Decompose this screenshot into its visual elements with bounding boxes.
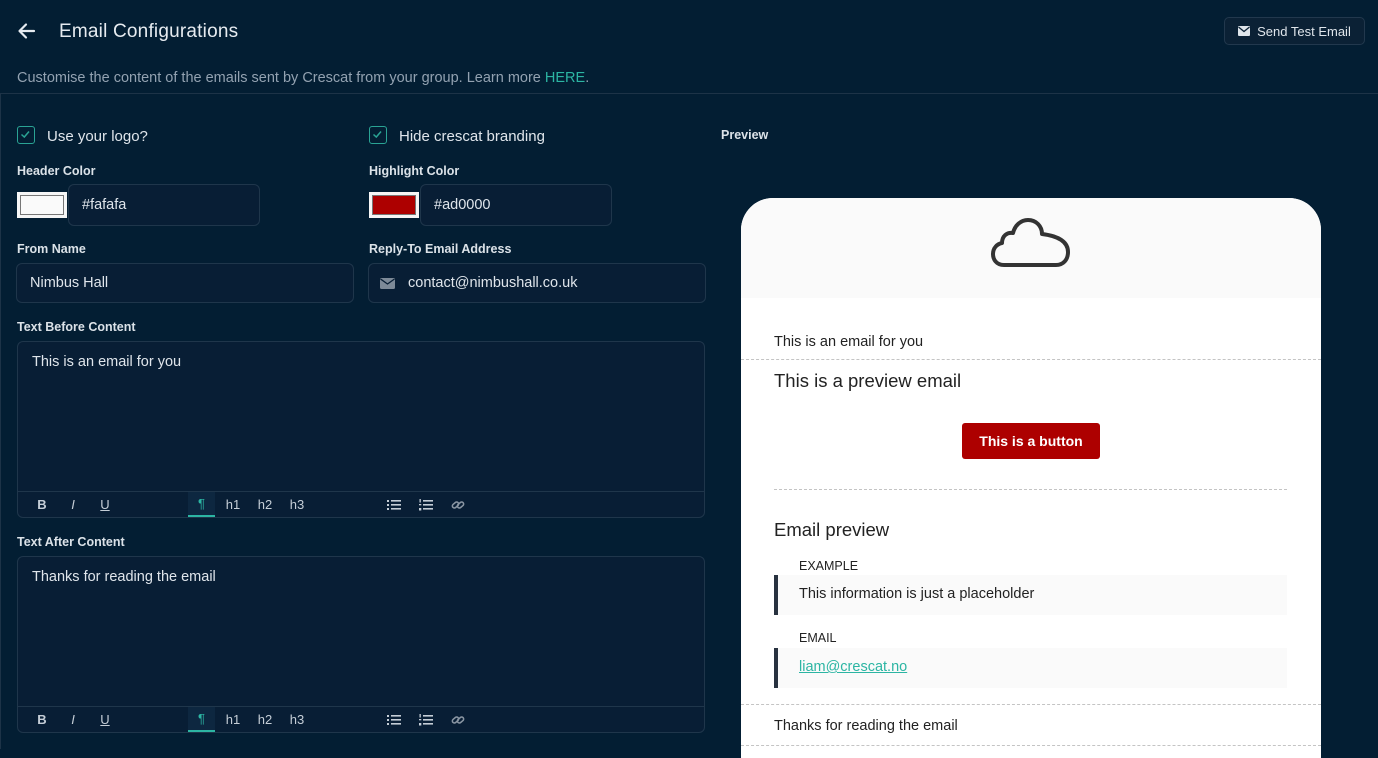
text-before-label: Text Before Content (17, 320, 136, 334)
send-test-email-label: Send Test Email (1257, 23, 1351, 39)
use-logo-checkbox[interactable] (17, 126, 35, 144)
preview-label: Preview (721, 128, 769, 142)
preview-outro: Thanks for reading the email (774, 718, 958, 734)
use-logo-label: Use your logo? (47, 128, 148, 145)
back-arrow-icon[interactable] (16, 20, 38, 42)
numbered-list-icon[interactable] (416, 492, 436, 517)
divider (741, 359, 1321, 360)
highlight-color-input[interactable]: #ad0000 (420, 184, 612, 226)
divider (741, 704, 1321, 705)
preview-section-title: Email preview (774, 519, 890, 540)
hide-branding-label: Hide crescat branding (399, 128, 545, 145)
h3-button[interactable]: h3 (285, 707, 309, 732)
h2-button[interactable]: h2 (253, 492, 277, 517)
h2-button[interactable]: h2 (253, 707, 277, 732)
bullet-list-icon[interactable] (384, 707, 404, 732)
h1-button[interactable]: h1 (221, 707, 245, 732)
paragraph-button[interactable]: ¶ (188, 492, 215, 517)
preview-button[interactable]: This is a button (962, 423, 1100, 459)
email-link[interactable]: liam@crescat.no (799, 659, 907, 675)
underline-button[interactable]: U (95, 707, 115, 732)
field-value: This information is just a placeholder (799, 586, 1035, 602)
page-subtitle: Customise the content of the emails sent… (17, 70, 590, 86)
reply-to-label: Reply-To Email Address (369, 242, 512, 256)
header-color-swatch[interactable] (17, 192, 67, 218)
header-color-input[interactable]: #fafafa (68, 184, 260, 226)
text-after-content[interactable]: Thanks for reading the email (32, 569, 216, 585)
page-title: Email Configurations (59, 21, 239, 42)
italic-button[interactable]: I (63, 707, 83, 732)
divider (741, 745, 1321, 746)
highlight-color-label: Highlight Color (369, 164, 460, 178)
editor-toolbar: B I U ¶ h1 h2 h3 (18, 491, 704, 517)
reply-to-input[interactable]: contact@nimbushall.co.uk (368, 263, 706, 303)
text-before-content[interactable]: This is an email for you (32, 354, 181, 370)
field-label: EXAMPLE (799, 559, 859, 573)
envelope-icon (380, 277, 395, 289)
preview-heading: This is a preview email (774, 370, 962, 391)
link-icon[interactable] (448, 492, 468, 517)
h3-button[interactable]: h3 (285, 492, 309, 517)
text-before-editor: This is an email for you B I U ¶ h1 h2 h… (17, 341, 705, 518)
numbered-list-icon[interactable] (416, 707, 436, 732)
info-box: This information is just a placeholder (774, 575, 1287, 615)
from-name-input[interactable]: Nimbus Hall (16, 263, 354, 303)
envelope-icon (1238, 26, 1251, 36)
info-box: liam@crescat.no (774, 648, 1287, 688)
field-label: EMAIL (799, 631, 837, 645)
h1-button[interactable]: h1 (221, 492, 245, 517)
divider (0, 93, 1, 749)
check-icon (21, 131, 30, 139)
header-color-label: Header Color (17, 164, 96, 178)
text-after-label: Text After Content (17, 535, 125, 549)
underline-button[interactable]: U (95, 492, 115, 517)
from-name-label: From Name (17, 242, 86, 256)
bold-button[interactable]: B (32, 707, 52, 732)
cloud-logo-icon (991, 218, 1070, 267)
link-icon[interactable] (448, 707, 468, 732)
editor-toolbar: B I U ¶ h1 h2 h3 (18, 706, 704, 732)
learn-more-link[interactable]: HERE (545, 70, 585, 86)
italic-button[interactable]: I (63, 492, 83, 517)
bold-button[interactable]: B (32, 492, 52, 517)
check-icon (373, 131, 382, 139)
bullet-list-icon[interactable] (384, 492, 404, 517)
paragraph-button[interactable]: ¶ (188, 707, 215, 732)
send-test-email-button[interactable]: Send Test Email (1224, 17, 1365, 45)
top-bar: Email Configurations Send Test Email Cus… (0, 0, 1378, 94)
hide-branding-checkbox[interactable] (369, 126, 387, 144)
preview-intro: This is an email for you (774, 334, 924, 350)
divider (774, 489, 1287, 490)
highlight-color-swatch[interactable] (369, 192, 419, 218)
text-after-editor: Thanks for reading the email B I U ¶ h1 … (17, 556, 705, 733)
email-header (741, 198, 1321, 298)
email-preview: This is an email for you This is a previ… (741, 198, 1321, 758)
